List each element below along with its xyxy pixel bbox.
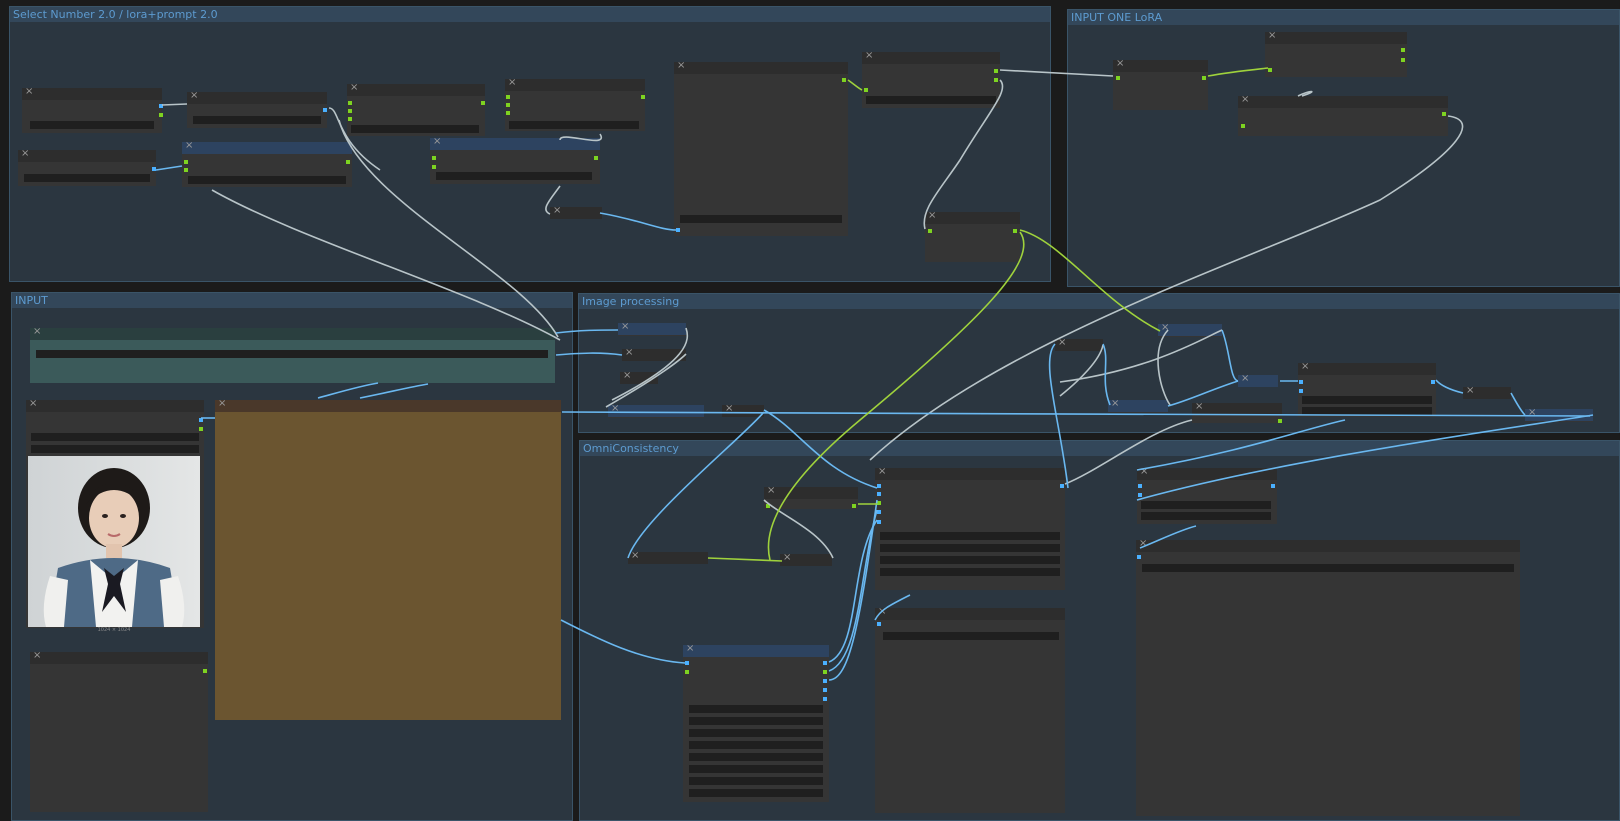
wire-group-blue [155,165,1594,681]
connection-wires [155,67,1594,681]
wire-group-light [161,69,1464,559]
